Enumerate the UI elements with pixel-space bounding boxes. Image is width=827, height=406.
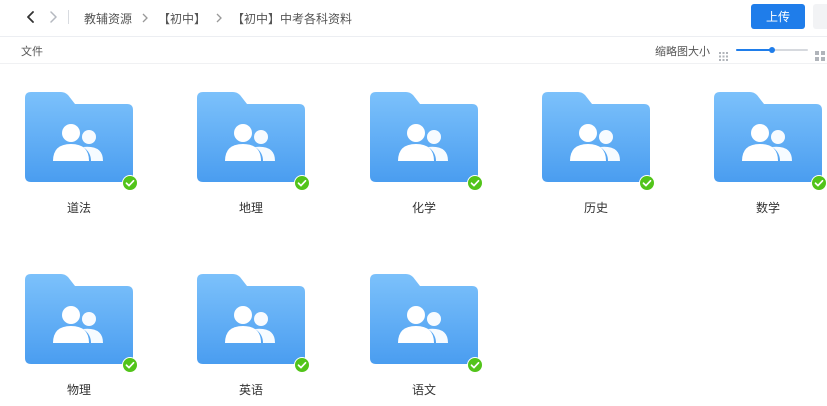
breadcrumb-item[interactable]: 【初中】 [156,10,208,27]
sync-check-icon [467,357,483,373]
folder-name: 化学 [411,201,436,215]
shared-folder-icon [370,274,478,364]
folder-tile[interactable]: 化学 [364,64,484,224]
shared-folder-icon [197,274,305,364]
folder-tile[interactable]: 历史 [536,64,656,224]
folder-grid: 道法 地理 化学 历史 数学物理 英语 语文 [0,64,827,405]
shared-folder-icon [542,92,650,182]
sync-check-icon [639,175,655,191]
folder-name: 英语 [238,383,263,397]
breadcrumb-item[interactable]: 教辅资源 [82,10,134,27]
back-button[interactable] [22,8,40,26]
shared-folder-icon [25,92,133,182]
folder-tile[interactable]: 数学 [708,64,827,224]
breadcrumb-separator-icon [138,13,152,23]
sync-check-icon [811,175,827,191]
slider-fill [736,49,772,51]
folder-tile[interactable]: 道法 [19,64,139,224]
upload-button[interactable]: 上传 [751,4,805,29]
shared-folder-icon [197,92,305,182]
sync-check-icon [294,175,310,191]
nav-divider [68,10,69,24]
breadcrumb-separator-icon [212,13,226,23]
small-grid-icon[interactable] [719,46,728,61]
slider-handle[interactable] [769,47,775,53]
breadcrumb: 教辅资源 【初中】 【初中】中考各科资料 [82,9,354,27]
top-bar: 教辅资源 【初中】 【初中】中考各科资料 上传 [0,0,827,37]
folder-name: 语文 [411,383,436,397]
folder-name: 数学 [755,201,780,215]
shared-folder-icon [25,274,133,364]
chevron-left-icon [27,11,34,23]
folder-tile[interactable]: 物理 [19,246,139,406]
sync-check-icon [122,357,138,373]
folder-tile[interactable]: 英语 [191,246,311,406]
folder-name: 物理 [66,383,91,397]
large-grid-icon[interactable] [815,46,825,61]
sync-check-icon [294,357,310,373]
folder-name: 地理 [238,201,263,215]
shared-folder-icon [714,92,822,182]
folder-tile[interactable]: 语文 [364,246,484,406]
thumbnail-size-label: 缩略图大小 [655,45,710,58]
folder-name: 道法 [66,201,91,215]
breadcrumb-current: 【初中】中考各科资料 [232,11,353,26]
more-button[interactable] [813,4,827,29]
folder-name: 历史 [583,201,608,215]
column-file-label: 文件 [21,45,43,58]
chevron-right-icon [50,11,57,23]
sync-check-icon [122,175,138,191]
folder-tile[interactable]: 地理 [191,64,311,224]
shared-folder-icon [370,92,478,182]
thumbnail-size-slider[interactable] [736,47,808,53]
sync-check-icon [467,175,483,191]
view-toolbar: 文件 缩略图大小 [0,37,827,64]
forward-button[interactable] [44,8,62,26]
